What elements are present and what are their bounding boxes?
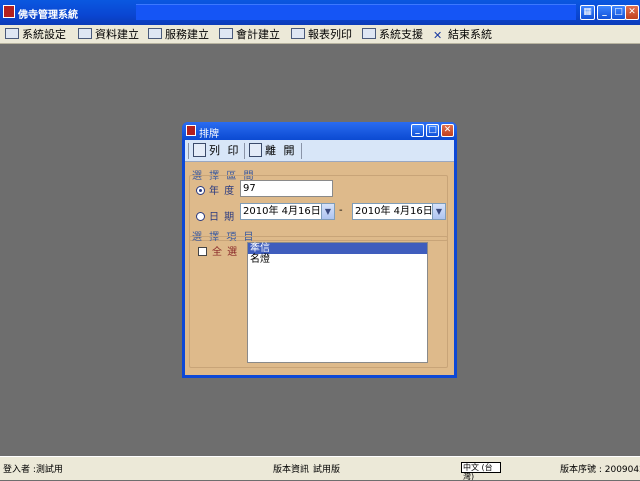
print-button[interactable]: 列 印 (193, 142, 241, 160)
menu-exit[interactable]: ✕ 結束系統 (433, 26, 492, 43)
date-separator: - (339, 205, 343, 216)
date-to-select[interactable]: 2010年 4月16日 ▼ (352, 203, 446, 220)
minimize-button[interactable]: _ (597, 5, 612, 20)
print-label: 列 印 (209, 144, 241, 157)
status-edition: 試用版 (313, 465, 341, 475)
status-serial: 版本序號 : 20090420 (560, 465, 640, 475)
dialog-maximize-button[interactable]: □ (426, 124, 439, 137)
menu-label: 系統支援 (379, 28, 423, 41)
menu-accounting[interactable]: 會計建立 (219, 26, 280, 43)
support-icon (362, 28, 376, 39)
menu-system-settings[interactable]: 系統設定 (5, 26, 66, 43)
items-listbox[interactable]: 牽信 名燈 (247, 242, 428, 363)
chevron-down-icon[interactable]: ▼ (321, 204, 334, 219)
close-label: 離 開 (265, 144, 297, 157)
menu-service[interactable]: 服務建立 (148, 26, 209, 43)
select-all-label: 全 選 (212, 247, 239, 258)
title-bar-highlight (136, 4, 576, 20)
report-icon (291, 28, 305, 39)
year-radio[interactable]: 年 度 (196, 182, 235, 197)
menu-label: 會計建立 (236, 28, 280, 41)
menu-data-entry[interactable]: 資料建立 (78, 26, 139, 43)
date-from-select[interactable]: 2010年 4月16日 ▼ (240, 203, 335, 220)
dialog-toolbar: 列 印 離 開 (185, 140, 454, 162)
year-radio-button[interactable] (196, 186, 205, 195)
toolbar-separator (301, 143, 302, 159)
window-title: 佛寺管理系統 (18, 10, 78, 21)
exit-door-icon (249, 143, 262, 157)
status-user: 登入者 :測試用 (3, 465, 63, 475)
accounting-icon (219, 28, 233, 39)
data-entry-icon (78, 28, 92, 39)
tile-windows-button[interactable]: ▦ (580, 5, 595, 20)
year-label: 年 度 (209, 186, 236, 197)
dialog-title-bar: 排牌 _ □ ✕ (182, 122, 457, 140)
print-icon (193, 143, 206, 157)
menu-bar: 系統設定 資料建立 服務建立 會計建立 報表列印 系統支援 ✕ 結束系統 (0, 25, 640, 44)
menu-label: 資料建立 (95, 28, 139, 41)
dialog-window: 排牌 _ □ ✕ 列 印 離 開 選 擇 區 間 年 度 97 日 期 2010… (182, 122, 457, 378)
list-item[interactable]: 牽信 (248, 243, 427, 254)
dialog-app-icon (186, 125, 196, 136)
status-bar: 登入者 :測試用 版本資訊 試用版 中文 (台灣) 版本序號 : 2009042… (0, 456, 640, 481)
date-radio[interactable]: 日 期 (196, 208, 235, 223)
select-all-checkbox[interactable]: 全 選 (198, 243, 238, 258)
list-item[interactable]: 名燈 (248, 254, 427, 265)
app-icon (3, 5, 15, 18)
service-icon (148, 28, 162, 39)
ime-indicator[interactable]: 中文 (台灣) (461, 462, 501, 481)
menu-label: 報表列印 (308, 28, 352, 41)
close-dialog-button[interactable]: 離 開 (249, 142, 297, 160)
menu-system-support[interactable]: 系統支援 (362, 26, 423, 43)
date-radio-button[interactable] (196, 212, 205, 221)
date-from-value: 2010年 4月16日 (243, 206, 321, 217)
maximize-button[interactable]: □ (611, 5, 626, 20)
chevron-down-icon[interactable]: ▼ (432, 204, 445, 219)
dialog-minimize-button[interactable]: _ (411, 124, 424, 137)
dialog-title: 排牌 (199, 129, 219, 140)
dialog-body: 列 印 離 開 選 擇 區 間 年 度 97 日 期 2010年 4月16日 ▼… (185, 140, 454, 375)
menu-report-print[interactable]: 報表列印 (291, 26, 352, 43)
toolbar-grip (188, 143, 189, 159)
menu-label: 服務建立 (165, 28, 209, 41)
menu-label: 系統設定 (22, 28, 66, 41)
date-to-value: 2010年 4月16日 (355, 206, 433, 217)
menu-label: 結束系統 (448, 28, 492, 41)
main-title-bar: 佛寺管理系統 ▦ _ □ ✕ (0, 0, 640, 25)
exit-icon: ✕ (433, 29, 443, 42)
status-version-info: 版本資訊 (273, 465, 310, 475)
close-button[interactable]: ✕ (625, 5, 639, 20)
dialog-close-button[interactable]: ✕ (441, 124, 454, 137)
settings-icon (5, 28, 19, 39)
date-label: 日 期 (209, 212, 236, 223)
select-all-box[interactable] (198, 247, 207, 256)
year-input[interactable]: 97 (240, 180, 333, 197)
toolbar-separator (244, 143, 245, 159)
